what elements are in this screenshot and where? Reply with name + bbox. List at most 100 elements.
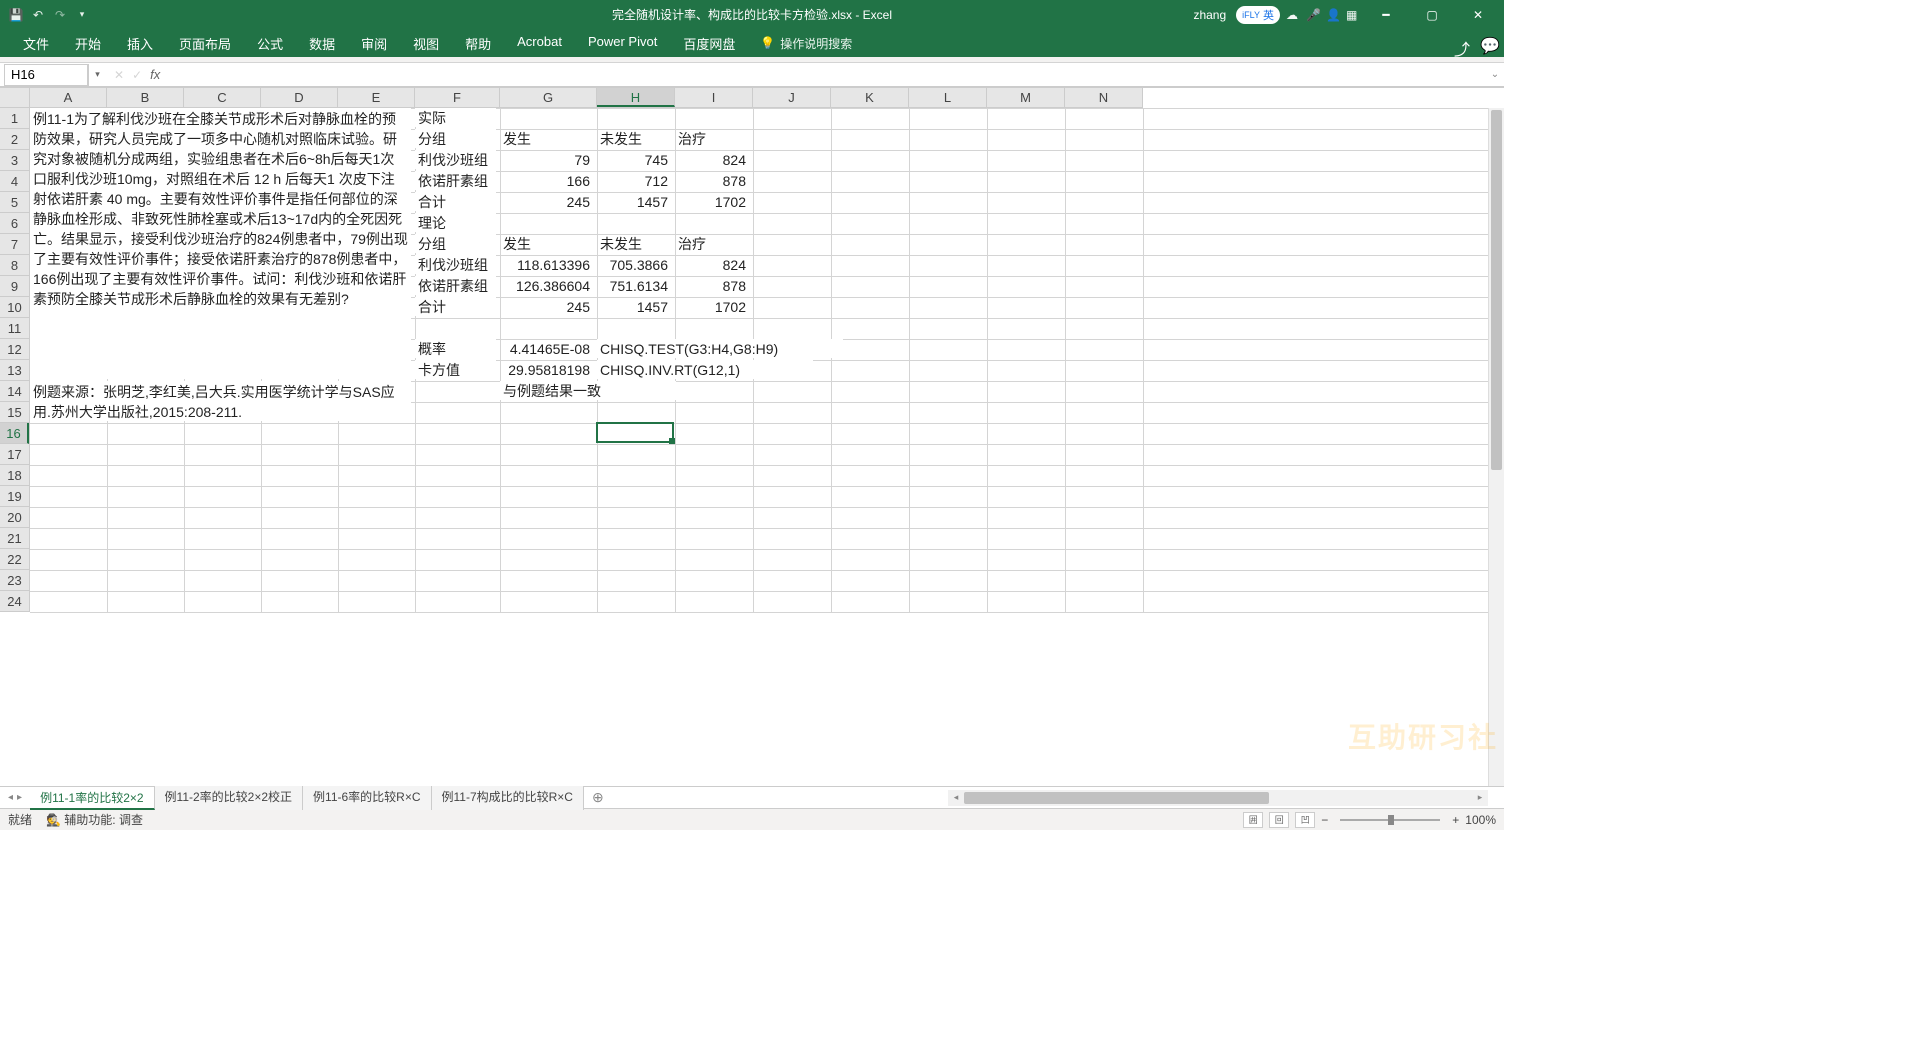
row-header[interactable]: 16 [0, 423, 29, 444]
sheet-tab[interactable]: 例11-6率的比较R×C [303, 786, 431, 810]
enter-formula-icon[interactable]: ✓ [132, 68, 142, 82]
ribbon-tab[interactable]: 审阅 [348, 29, 400, 58]
column-header[interactable]: K [831, 88, 909, 107]
column-header[interactable]: H [597, 88, 675, 107]
cell-I3[interactable]: 824 [675, 150, 749, 169]
ribbon-tab[interactable]: Acrobat [504, 29, 575, 58]
apps-icon[interactable]: ▦ [1346, 8, 1360, 22]
horizontal-scroll-thumb[interactable] [964, 792, 1269, 804]
tell-me[interactable]: 💡 操作说明搜索 [760, 35, 852, 52]
row-header[interactable]: 19 [0, 486, 29, 507]
cell-F1[interactable]: 实际 [415, 108, 496, 127]
row-header[interactable]: 10 [0, 297, 29, 318]
column-header[interactable]: N [1065, 88, 1143, 107]
cell-F9[interactable]: 依诺肝素组 [415, 276, 496, 295]
row-header[interactable]: 24 [0, 591, 29, 612]
column-header[interactable]: M [987, 88, 1065, 107]
view-pagelayout-button[interactable]: 回 [1269, 812, 1289, 828]
row-header[interactable]: 15 [0, 402, 29, 423]
cell-G5[interactable]: 245 [500, 192, 593, 211]
cell-G9[interactable]: 126.386604 [500, 276, 593, 295]
vertical-scrollbar[interactable] [1488, 108, 1504, 786]
cell-G13[interactable]: 29.95818198 [500, 360, 593, 379]
qat-dropdown-icon[interactable]: ▾ [74, 7, 90, 23]
view-normal-button[interactable]: 囲 [1243, 812, 1263, 828]
merged-text-a[interactable]: 例11-1为了解利伐沙班在全膝关节成形术后对静脉血栓的预防效果，研究人员完成了一… [30, 108, 411, 379]
fx-icon[interactable]: fx [150, 67, 168, 82]
row-header[interactable]: 23 [0, 570, 29, 591]
spreadsheet-grid[interactable]: ABCDEFGHIJKLMN 1234567891011121314151617… [0, 87, 1504, 786]
column-header[interactable]: I [675, 88, 753, 107]
formula-input[interactable] [176, 64, 1486, 86]
hscroll-right-icon[interactable]: ▸ [1472, 792, 1488, 803]
ribbon-tab[interactable]: 插入 [114, 29, 166, 58]
row-header[interactable]: 21 [0, 528, 29, 549]
cell-G8[interactable]: 118.613396 [500, 255, 593, 274]
cell-H9[interactable]: 751.6134 [597, 276, 671, 295]
ribbon-tab[interactable]: 百度网盘 [670, 29, 748, 58]
hscroll-left-icon[interactable]: ◂ [948, 792, 964, 803]
row-header[interactable]: 20 [0, 507, 29, 528]
row-header[interactable]: 11 [0, 318, 29, 339]
cancel-formula-icon[interactable]: ✕ [114, 68, 124, 82]
row-header[interactable]: 14 [0, 381, 29, 402]
row-header[interactable]: 5 [0, 192, 29, 213]
cell-H5[interactable]: 1457 [597, 192, 671, 211]
column-header[interactable]: A [30, 88, 107, 107]
formula-expand-icon[interactable]: ⌄ [1486, 69, 1504, 80]
row-header[interactable]: 18 [0, 465, 29, 486]
cell-G3[interactable]: 79 [500, 150, 593, 169]
zoom-slider[interactable] [1340, 819, 1440, 821]
row-header[interactable]: 8 [0, 255, 29, 276]
cell-F6[interactable]: 理论 [415, 213, 496, 232]
column-header[interactable]: D [261, 88, 338, 107]
row-header[interactable]: 7 [0, 234, 29, 255]
cell-I10[interactable]: 1702 [675, 297, 749, 316]
cell-F10[interactable]: 合计 [415, 297, 496, 316]
zoom-level[interactable]: 100% [1465, 813, 1496, 827]
cell-F5[interactable]: 合计 [415, 192, 496, 211]
sheet-tab[interactable]: 例11-2率的比较2×2校正 [155, 786, 303, 810]
cell-H7[interactable]: 未发生 [597, 234, 671, 253]
cell-G14[interactable]: 与例题结果一致 [500, 381, 676, 400]
cell-F3[interactable]: 利伐沙班组 [415, 150, 496, 169]
cell-I2[interactable]: 治疗 [675, 129, 749, 148]
sheet-tab[interactable]: 例11-7构成比的比较R×C [432, 786, 584, 810]
cell-F4[interactable]: 依诺肝素组 [415, 171, 496, 190]
sheet-tab[interactable]: 例11-1率的比较2×2 [30, 786, 154, 810]
cell-F8[interactable]: 利伐沙班组 [415, 255, 496, 274]
cell-H3[interactable]: 745 [597, 150, 671, 169]
name-box[interactable]: H16 [4, 64, 88, 86]
cell-I9[interactable]: 878 [675, 276, 749, 295]
cell-G7[interactable]: 发生 [500, 234, 593, 253]
sheet-nav-first-icon[interactable]: ◂ [8, 792, 13, 803]
select-all-corner[interactable] [0, 88, 30, 108]
cell-I8[interactable]: 824 [675, 255, 749, 274]
cell-H8[interactable]: 705.3866 [597, 255, 671, 274]
add-sheet-button[interactable]: ⊕ [584, 789, 612, 806]
cell-G4[interactable]: 166 [500, 171, 593, 190]
row-header[interactable]: 12 [0, 339, 29, 360]
column-header[interactable]: B [107, 88, 184, 107]
row-header[interactable]: 4 [0, 171, 29, 192]
row-header[interactable]: 22 [0, 549, 29, 570]
ribbon-tab[interactable]: 帮助 [452, 29, 504, 58]
row-header[interactable]: 17 [0, 444, 29, 465]
ribbon-tab[interactable]: 视图 [400, 29, 452, 58]
share-icon[interactable]: ⤴ [1454, 36, 1468, 50]
row-header[interactable]: 2 [0, 129, 29, 150]
cell-H2[interactable]: 未发生 [597, 129, 671, 148]
minimize-button[interactable]: ━ [1366, 0, 1406, 29]
vertical-scroll-thumb[interactable] [1491, 110, 1502, 470]
column-header[interactable]: J [753, 88, 831, 107]
ribbon-tab[interactable]: Power Pivot [575, 29, 670, 58]
undo-icon[interactable]: ↶ [30, 7, 46, 23]
cell-H12[interactable]: CHISQ.TEST(G3:H4,G8:H9) [597, 339, 843, 358]
column-header[interactable]: C [184, 88, 261, 107]
ribbon-tab[interactable]: 页面布局 [166, 29, 244, 58]
column-header[interactable]: L [909, 88, 987, 107]
merged-text-b[interactable]: 例题来源：张明芝,李红美,吕大兵.实用医学统计学与SAS应用.苏州大学出版社,2… [30, 381, 411, 421]
cell-I7[interactable]: 治疗 [675, 234, 749, 253]
row-header[interactable]: 1 [0, 108, 29, 129]
cell-H4[interactable]: 712 [597, 171, 671, 190]
